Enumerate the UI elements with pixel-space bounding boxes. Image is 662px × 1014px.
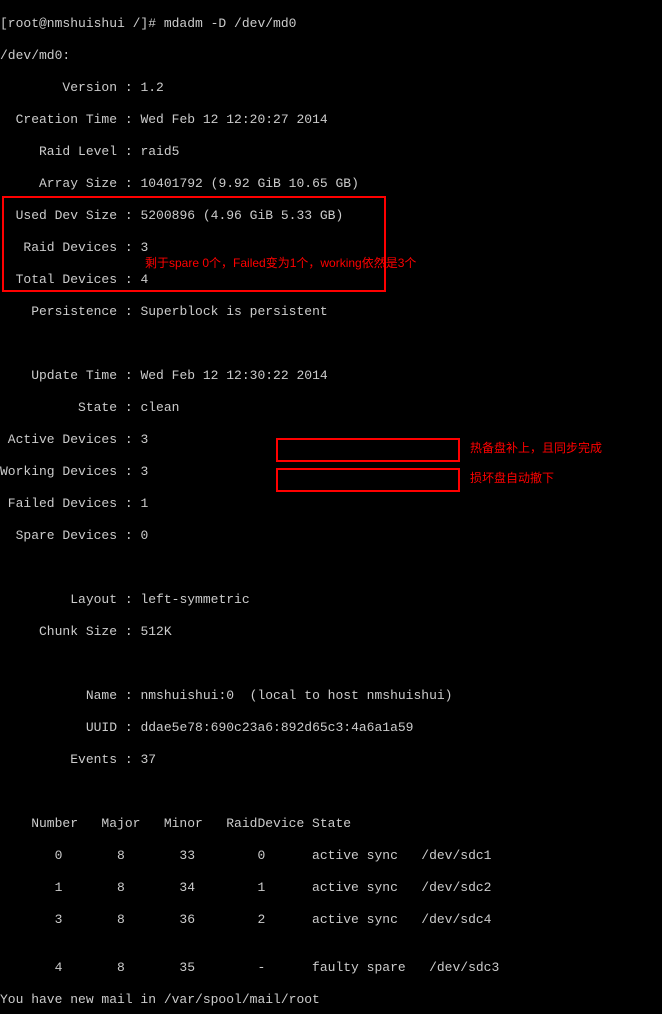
field-value: raid5 [140, 144, 179, 159]
field-label: Array Size : [0, 176, 140, 191]
field-value: 4 [140, 272, 148, 287]
field-chunk-size: Chunk Size : 512K [0, 624, 662, 640]
field-value: ddae5e78:690c23a6:892d65c3:4a6a1a59 [140, 720, 413, 735]
field-creation-time: Creation Time : Wed Feb 12 12:20:27 2014 [0, 112, 662, 128]
field-failed-devices: Failed Devices : 1 [0, 496, 662, 512]
field-label: Working Devices : [0, 464, 140, 479]
blank-line [0, 560, 662, 576]
field-state: State : clean [0, 400, 662, 416]
field-value: 5200896 (4.96 GiB 5.33 GB) [140, 208, 343, 223]
field-events: Events : 37 [0, 752, 662, 768]
field-layout: Layout : left-symmetric [0, 592, 662, 608]
annotation-hot-spare: 热备盘补上，且同步完成 [470, 440, 602, 456]
field-label: Failed Devices : [0, 496, 140, 511]
field-total-devices: Total Devices : 4 [0, 272, 662, 288]
field-version: Version : 1.2 [0, 80, 662, 96]
field-label: Used Dev Size : [0, 208, 140, 223]
terminal: [root@nmshuishui /]# mdadm -D /dev/md0 /… [0, 0, 662, 507]
field-label: Version : [0, 80, 140, 95]
field-value: clean [140, 400, 179, 415]
table-row: 1 8 34 1 active sync /dev/sdc2 [0, 880, 662, 896]
table-header: Number Major Minor RaidDevice State [0, 816, 662, 832]
field-label: State : [0, 400, 140, 415]
field-label: Name : [0, 688, 140, 703]
field-value: 1 [140, 496, 148, 511]
field-value: Wed Feb 12 12:20:27 2014 [140, 112, 327, 127]
field-raid-devices: Raid Devices : 3 [0, 240, 662, 256]
field-label: Total Devices : [0, 272, 140, 287]
field-value: 512K [140, 624, 171, 639]
field-spare-devices: Spare Devices : 0 [0, 528, 662, 544]
field-array-size: Array Size : 10401792 (9.92 GiB 10.65 GB… [0, 176, 662, 192]
field-label: Raid Level : [0, 144, 140, 159]
field-value: nmshuishui:0 (local to host nmshuishui) [140, 688, 452, 703]
annotation-state: 剩于spare 0个，Failed变为1个，working依然是3个 [145, 255, 416, 271]
field-value: 3 [140, 240, 148, 255]
blank-line [0, 784, 662, 800]
field-label: Raid Devices : [0, 240, 140, 255]
field-label: Spare Devices : [0, 528, 140, 543]
field-value: 10401792 (9.92 GiB 10.65 GB) [140, 176, 358, 191]
field-name: Name : nmshuishui:0 (local to host nmshu… [0, 688, 662, 704]
blank-line [0, 336, 662, 352]
field-label: UUID : [0, 720, 140, 735]
field-used-dev-size: Used Dev Size : 5200896 (4.96 GiB 5.33 G… [0, 208, 662, 224]
field-value: 3 [140, 464, 148, 479]
table-row: 3 8 36 2 active sync /dev/sdc4 [0, 912, 662, 928]
command-line: [root@nmshuishui /]# mdadm -D /dev/md0 [0, 16, 662, 32]
field-label: Update Time : [0, 368, 140, 383]
field-raid-level: Raid Level : raid5 [0, 144, 662, 160]
field-value: left-symmetric [140, 592, 249, 607]
field-value: Superblock is persistent [140, 304, 327, 319]
mail-notice: You have new mail in /var/spool/mail/roo… [0, 992, 662, 1008]
table-row: 4 8 35 - faulty spare /dev/sdc3 [0, 960, 662, 976]
field-value: 3 [140, 432, 148, 447]
field-update-time: Update Time : Wed Feb 12 12:30:22 2014 [0, 368, 662, 384]
field-label: Chunk Size : [0, 624, 140, 639]
device-header: /dev/md0: [0, 48, 662, 64]
field-uuid: UUID : ddae5e78:690c23a6:892d65c3:4a6a1a… [0, 720, 662, 736]
annotation-faulty: 损坏盘自动撤下 [470, 470, 554, 486]
field-value: 1.2 [140, 80, 163, 95]
field-value: 0 [140, 528, 148, 543]
field-label: Creation Time : [0, 112, 140, 127]
field-label: Persistence : [0, 304, 140, 319]
field-label: Layout : [0, 592, 140, 607]
blank-line [0, 656, 662, 672]
field-label: Events : [0, 752, 140, 767]
field-value: Wed Feb 12 12:30:22 2014 [140, 368, 327, 383]
command: mdadm -D /dev/md0 [164, 16, 297, 31]
field-label: Active Devices : [0, 432, 140, 447]
field-value: 37 [140, 752, 156, 767]
field-working-devices: Working Devices : 3 [0, 464, 662, 480]
field-persistence: Persistence : Superblock is persistent [0, 304, 662, 320]
table-row: 0 8 33 0 active sync /dev/sdc1 [0, 848, 662, 864]
prompt: [root@nmshuishui /]# [0, 16, 164, 31]
